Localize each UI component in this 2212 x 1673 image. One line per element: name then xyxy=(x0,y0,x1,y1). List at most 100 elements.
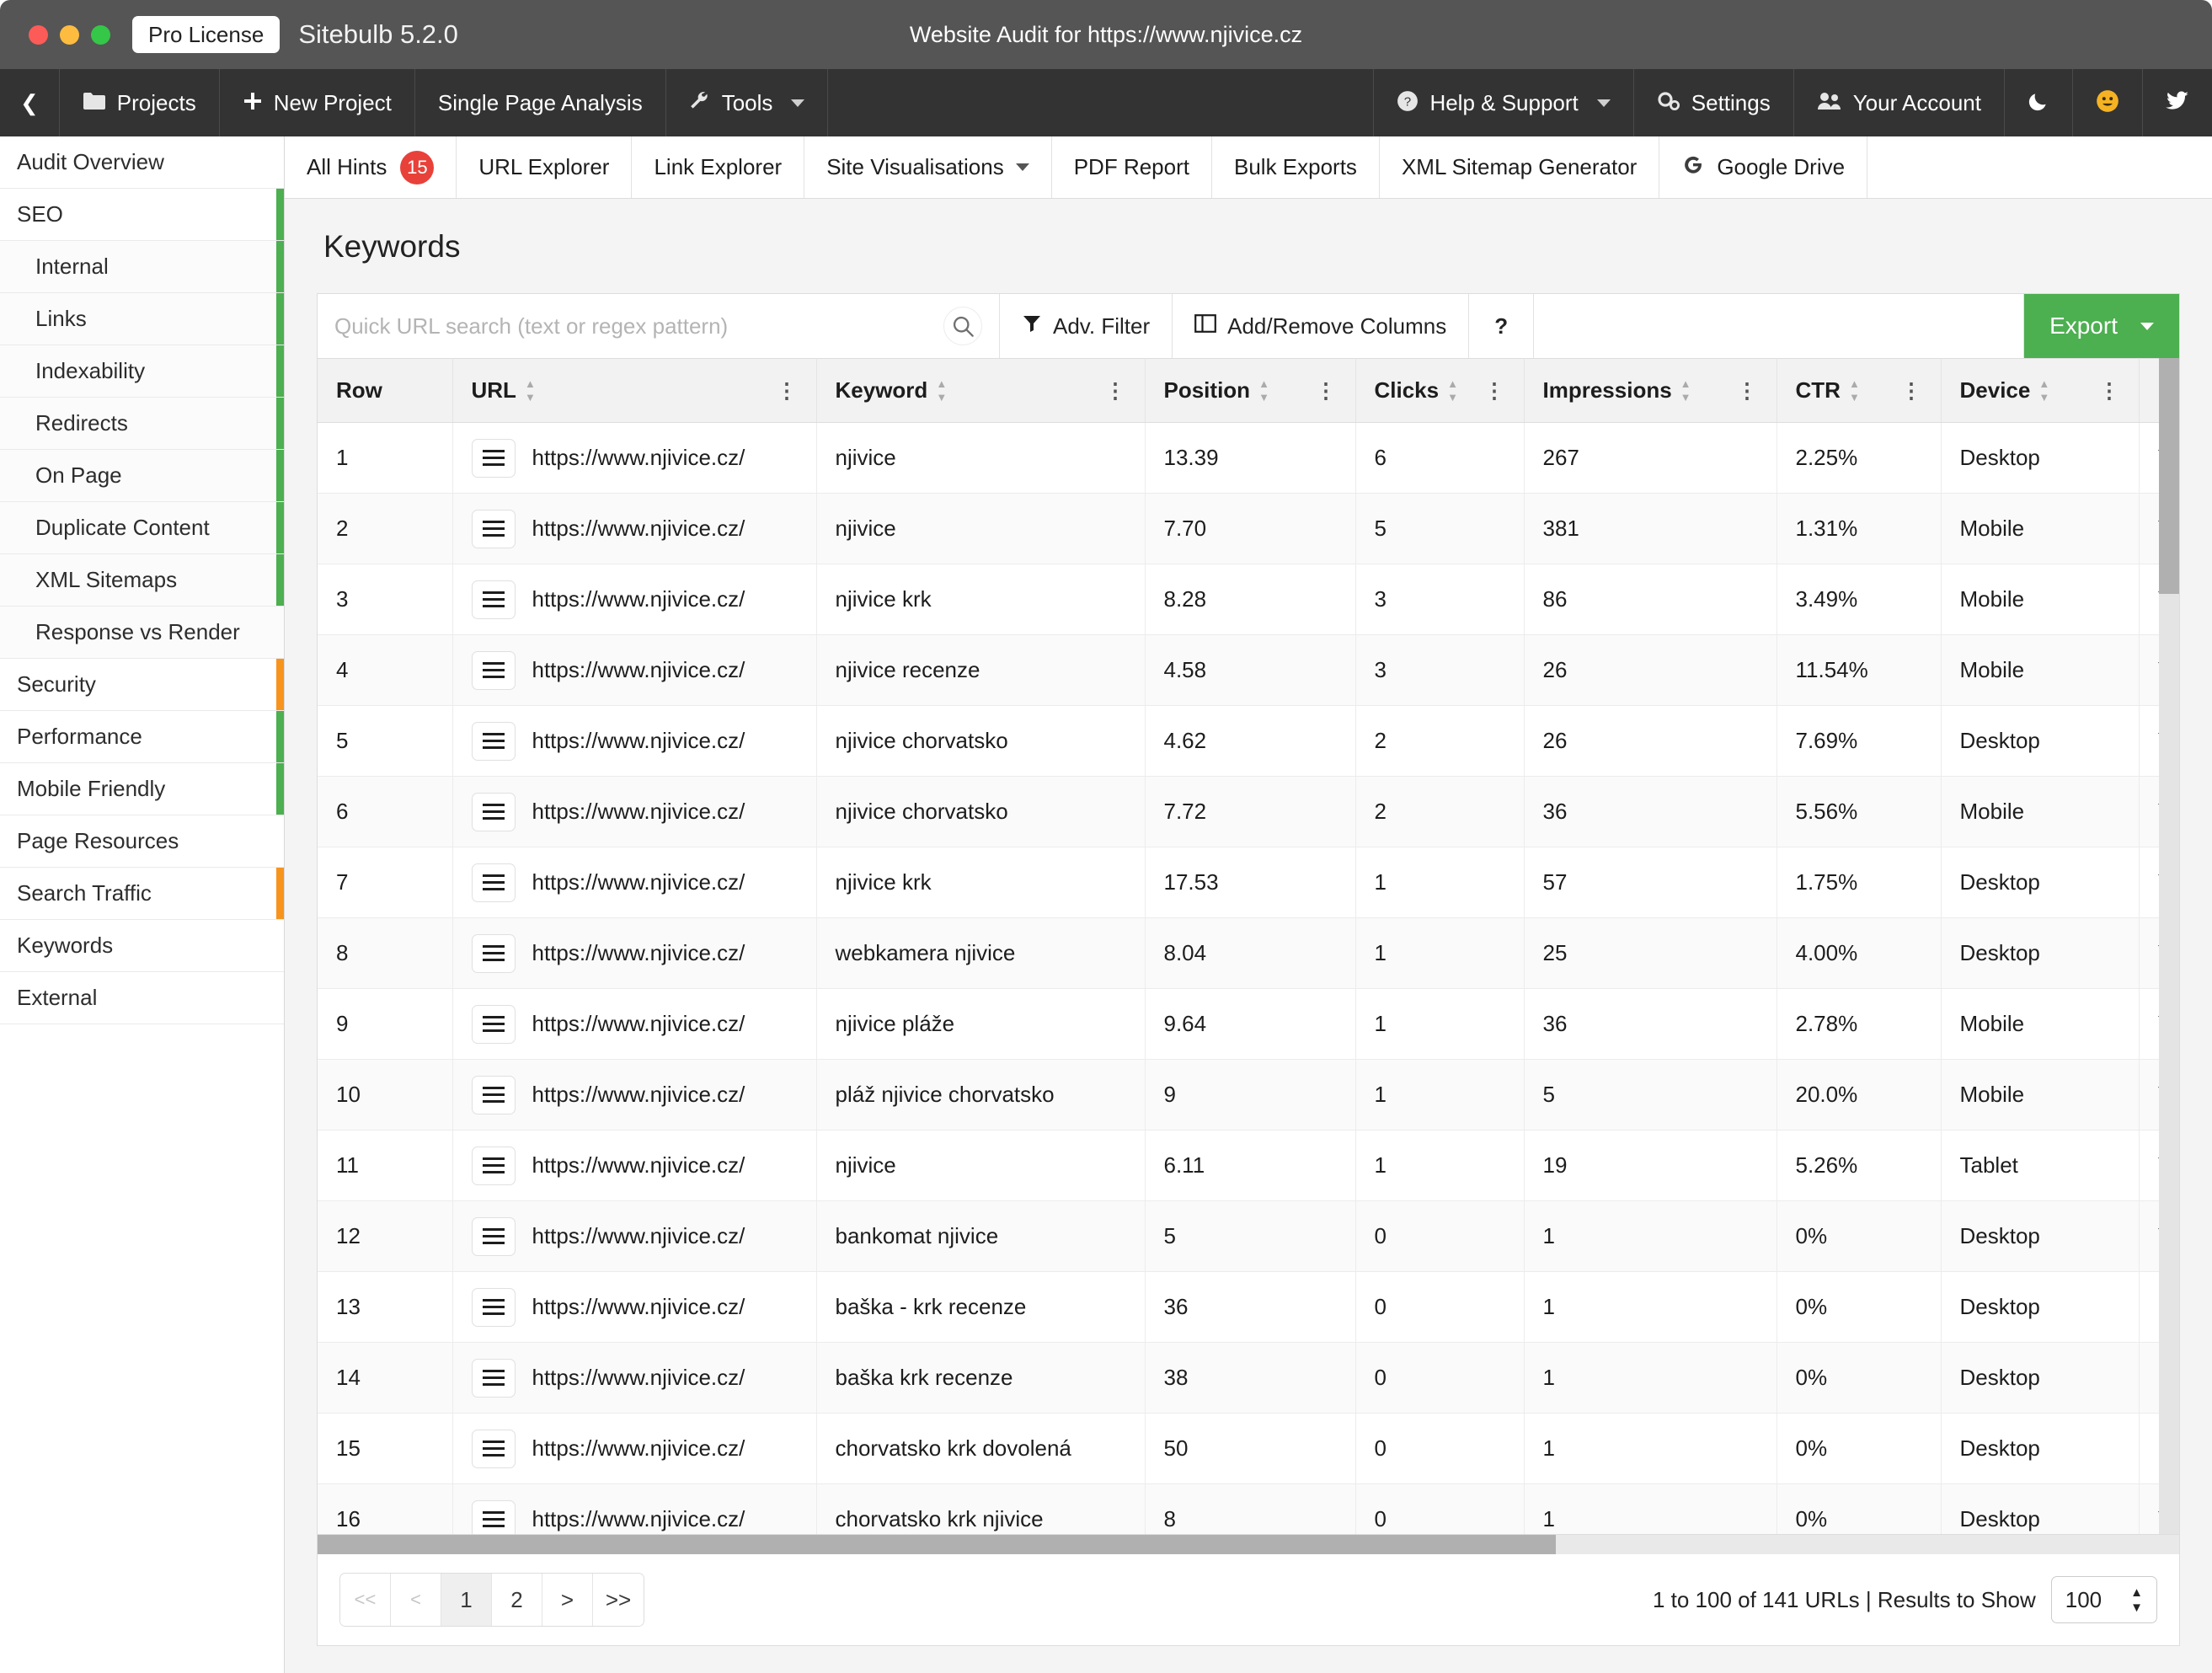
close-window-button[interactable] xyxy=(29,24,48,45)
column-header-device[interactable]: Device ▲ ▼ ⋮ xyxy=(1941,358,2140,423)
stepper-icon[interactable]: ▲ ▼ xyxy=(2130,1586,2143,1614)
column-menu-icon[interactable]: ⋮ xyxy=(1484,378,1505,404)
tab-google-drive[interactable]: Google Drive xyxy=(1659,136,1868,198)
table-row[interactable]: 11 https://www.njivice.cz/njivice 6.11 1 19 5… xyxy=(318,1130,2179,1201)
row-menu-button[interactable] xyxy=(471,1075,516,1114)
column-header-row[interactable]: Row xyxy=(318,358,453,423)
row-menu-button[interactable] xyxy=(471,933,516,973)
table-row[interactable]: 16 https://www.njivice.cz/chorvatsko krk … xyxy=(318,1483,2179,1534)
url-text[interactable]: https://www.njivice.cz/ xyxy=(532,1223,745,1249)
nav-item-your-account[interactable]: Your Account xyxy=(1793,69,2004,136)
sidebar-item-internal[interactable]: Internal xyxy=(0,241,284,293)
sort-icon[interactable]: ▲ ▼ xyxy=(1680,378,1691,403)
nav-item-new-project[interactable]: New Project xyxy=(220,69,415,136)
sidebar-item-on-page[interactable]: On Page xyxy=(0,450,284,502)
url-text[interactable]: https://www.njivice.cz/ xyxy=(532,1365,745,1391)
feedback-smiley-button[interactable] xyxy=(2072,69,2142,136)
pagination-page-2[interactable]: 2 xyxy=(492,1574,542,1626)
help-button[interactable]: ? xyxy=(1469,294,1535,358)
table-row[interactable]: 7 https://www.njivice.cz/njivice krk 17.53… xyxy=(318,847,2179,918)
row-menu-button[interactable] xyxy=(471,721,516,761)
scrollbar-thumb[interactable] xyxy=(2159,358,2179,594)
nav-back-button[interactable]: ❮ xyxy=(0,69,60,136)
sidebar-item-xml-sitemaps[interactable]: XML Sitemaps xyxy=(0,554,284,607)
sidebar-item-indexability[interactable]: Indexability xyxy=(0,345,284,398)
sort-icon[interactable]: ▲ ▼ xyxy=(525,378,536,403)
pagination-prev[interactable]: < xyxy=(391,1574,441,1626)
sidebar-item-redirects[interactable]: Redirects xyxy=(0,398,284,450)
sort-icon[interactable]: ▲ ▼ xyxy=(1258,378,1269,403)
tab-site-visualisations[interactable]: Site Visualisations xyxy=(804,136,1052,198)
url-text[interactable]: https://www.njivice.cz/ xyxy=(532,1082,745,1108)
row-menu-button[interactable] xyxy=(471,509,516,548)
minimize-window-button[interactable] xyxy=(60,24,79,45)
sidebar-item-seo[interactable]: SEO xyxy=(0,189,284,241)
tab-link-explorer[interactable]: Link Explorer xyxy=(632,136,805,198)
sidebar-item-audit-overview[interactable]: Audit Overview xyxy=(0,136,284,189)
export-button[interactable]: Export xyxy=(2024,294,2179,358)
pagination-last[interactable]: >> xyxy=(593,1574,644,1626)
table-row[interactable]: 9 https://www.njivice.cz/njivice pláže 9.6… xyxy=(318,988,2179,1060)
tab-url-explorer[interactable]: URL Explorer xyxy=(457,136,633,198)
sidebar-item-response-vs-render[interactable]: Response vs Render xyxy=(0,607,284,659)
table-vertical-scrollbar[interactable] xyxy=(2159,358,2179,1534)
pagination-next[interactable]: > xyxy=(542,1574,593,1626)
row-menu-button[interactable] xyxy=(471,1146,516,1185)
url-text[interactable]: https://www.njivice.cz/ xyxy=(532,586,745,612)
table-row[interactable]: 4 https://www.njivice.cz/njivice recenze 4… xyxy=(318,634,2179,706)
nav-item-single-page-analysis[interactable]: Single Page Analysis xyxy=(415,69,666,136)
sidebar-item-page-resources[interactable]: Page Resources xyxy=(0,815,284,868)
column-menu-icon[interactable]: ⋮ xyxy=(1105,378,1126,404)
table-row[interactable]: 3 https://www.njivice.cz/njivice krk 8.28 3… xyxy=(318,564,2179,635)
url-text[interactable]: https://www.njivice.cz/ xyxy=(532,516,745,542)
sidebar-item-search-traffic[interactable]: Search Traffic xyxy=(0,868,284,920)
url-text[interactable]: https://www.njivice.cz/ xyxy=(532,869,745,895)
url-text[interactable]: https://www.njivice.cz/ xyxy=(532,1506,745,1532)
url-text[interactable]: https://www.njivice.cz/ xyxy=(532,1435,745,1462)
pagination-page-1[interactable]: 1 xyxy=(441,1574,492,1626)
dark-mode-toggle[interactable] xyxy=(2004,69,2072,136)
table-row[interactable]: 10 https://www.njivice.cz/pláž njivice ch… xyxy=(318,1059,2179,1130)
sort-icon[interactable]: ▲ ▼ xyxy=(936,378,947,403)
maximize-window-button[interactable] xyxy=(91,24,110,45)
table-row[interactable]: 13 https://www.njivice.cz/baška - krk rec… xyxy=(318,1271,2179,1343)
table-row[interactable]: 2 https://www.njivice.cz/njivice 7.70 5 381 1… xyxy=(318,493,2179,564)
column-menu-icon[interactable]: ⋮ xyxy=(1737,378,1758,404)
column-header-position[interactable]: Position ▲ ▼ ⋮ xyxy=(1145,358,1356,423)
column-header-impressions[interactable]: Impressions ▲ ▼ ⋮ xyxy=(1524,358,1777,423)
sort-icon[interactable]: ▲ ▼ xyxy=(1849,378,1860,403)
url-text[interactable]: https://www.njivice.cz/ xyxy=(532,1011,745,1037)
table-row[interactable]: 1 https://www.njivice.cz/njivice 13.39 6 267… xyxy=(318,422,2179,494)
column-header-clicks[interactable]: Clicks ▲ ▼ ⋮ xyxy=(1355,358,1525,423)
url-text[interactable]: https://www.njivice.cz/ xyxy=(532,728,745,754)
url-text[interactable]: https://www.njivice.cz/ xyxy=(532,799,745,825)
row-menu-button[interactable] xyxy=(471,1004,516,1044)
table-row[interactable]: 8 https://www.njivice.cz/webkamera njivic… xyxy=(318,917,2179,989)
row-menu-button[interactable] xyxy=(471,1499,516,1534)
column-menu-icon[interactable]: ⋮ xyxy=(1316,378,1337,404)
column-header-ctr[interactable]: CTR ▲ ▼ ⋮ xyxy=(1777,358,1942,423)
row-menu-button[interactable] xyxy=(471,580,516,619)
column-header-url[interactable]: URL ▲ ▼ ⋮ xyxy=(452,358,817,423)
search-input[interactable] xyxy=(334,313,935,339)
table-scroll-area[interactable]: Row URL ▲ ▼ ⋮ Keyword ▲ ▼ ⋮ Position ▲ ▼… xyxy=(318,358,2179,1534)
twitter-link[interactable] xyxy=(2142,69,2212,136)
tab-bulk-exports[interactable]: Bulk Exports xyxy=(1212,136,1380,198)
add-remove-columns-button[interactable]: Add/Remove Columns xyxy=(1173,294,1470,358)
search-icon[interactable] xyxy=(943,307,982,345)
url-text[interactable]: https://www.njivice.cz/ xyxy=(532,1294,745,1320)
row-menu-button[interactable] xyxy=(471,438,516,478)
sidebar-item-external[interactable]: External xyxy=(0,972,284,1024)
row-menu-button[interactable] xyxy=(471,650,516,690)
row-menu-button[interactable] xyxy=(471,863,516,902)
sidebar-item-links[interactable]: Links xyxy=(0,293,284,345)
sort-icon[interactable]: ▲ ▼ xyxy=(2038,378,2049,403)
row-menu-button[interactable] xyxy=(471,792,516,831)
table-row[interactable]: 5 https://www.njivice.cz/njivice chorvats… xyxy=(318,705,2179,777)
sidebar-item-performance[interactable]: Performance xyxy=(0,711,284,763)
url-text[interactable]: https://www.njivice.cz/ xyxy=(532,940,745,966)
sidebar-item-keywords[interactable]: Keywords xyxy=(0,920,284,972)
sort-icon[interactable]: ▲ ▼ xyxy=(1447,378,1458,403)
scrollbar-thumb[interactable] xyxy=(318,1535,1556,1554)
results-to-show-select[interactable]: 100 ▲ ▼ xyxy=(2050,1576,2157,1623)
